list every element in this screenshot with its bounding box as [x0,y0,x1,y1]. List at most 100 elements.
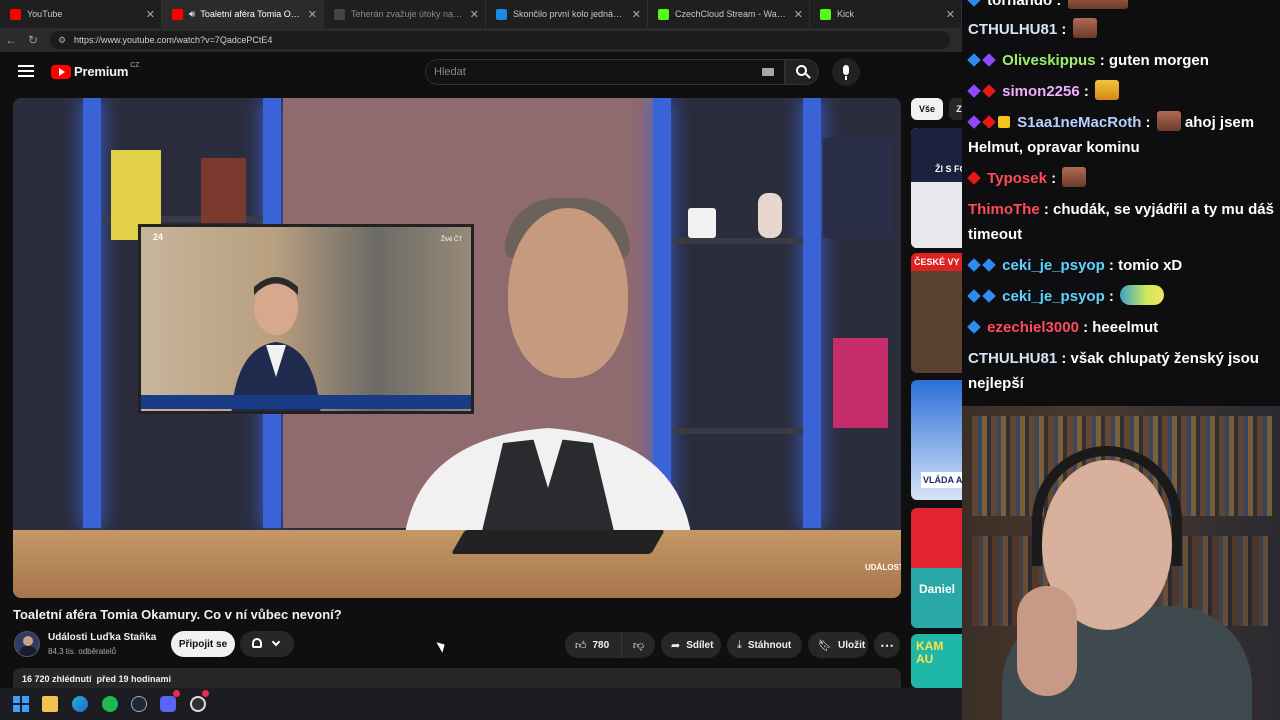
close-icon[interactable]: ✕ [946,8,955,21]
tab-news-1[interactable]: Teherán zvažuje útoky na vojensk ✕ [324,0,486,28]
emote-icon [1062,167,1087,187]
search-input[interactable] [426,60,746,84]
notification-badge [202,690,209,697]
chat-username[interactable]: Typosek [987,170,1047,187]
book-image [201,158,246,223]
search-box [425,59,785,85]
tab-bar: YouTube ✕ 🔊︎ Toaletní aféra Tomia Okamur… [0,0,962,28]
tab-title: Teherán zvažuje útoky na vojensk [351,9,464,19]
speaker-icon[interactable]: 🔊︎ [189,9,195,20]
tv-screen: 24 Živě ČT [138,224,474,414]
poster-image [833,338,888,428]
tab-kick[interactable]: Kick ✕ [810,0,962,28]
tab-video[interactable]: 🔊︎ Toaletní aféra Tomia Okamury ✕ [162,0,324,28]
dislike-button[interactable]: 👎︎ [621,632,655,658]
emote-icon [1156,111,1181,131]
discord-icon[interactable] [160,696,176,712]
close-icon[interactable]: ✕ [632,8,641,21]
download-icon: ⤓ [737,638,742,651]
chat-username[interactable]: Oliveskippus [1002,52,1095,69]
chat-message: Typosek : [967,166,1276,191]
spotify-icon[interactable] [102,696,118,712]
host-body [403,428,693,548]
thumbnail-caption: KAM AU [916,639,944,666]
chat-username[interactable]: tornando [987,0,1052,9]
thumbnail-caption: ČESKÉ VY [914,257,960,267]
file-explorer-icon[interactable] [42,696,58,712]
upload-age: před 19 hodinami [96,674,172,684]
site-info-icon[interactable]: ⚙︎ [58,35,68,46]
notification-badge [173,690,180,697]
obs-icon[interactable] [190,696,206,712]
chat-text: heeelmut [1092,319,1159,336]
download-button[interactable]: ⤓ Stáhnout [727,632,802,658]
search-button[interactable] [785,59,819,85]
country-code: CZ [130,62,140,69]
chat-username[interactable]: ceki_je_psyop [1002,257,1105,274]
chat-username[interactable]: ezechiel3000 [987,319,1079,336]
sub-badge-icon [967,0,981,7]
join-button[interactable]: Připojit se [171,631,235,657]
hamburger-menu-icon[interactable] [18,65,34,77]
chip-all[interactable]: Vše [911,98,943,120]
close-icon[interactable]: ✕ [308,8,317,21]
chat-username[interactable]: S1aa1neMacRoth [1017,114,1141,131]
save-label: Uložit [837,639,866,651]
recommended-thumbnail[interactable]: VLÁDA A [911,380,962,500]
back-icon[interactable]: ← [0,33,22,47]
sub-badge-icon [967,171,981,185]
recommended-thumbnail[interactable]: Daniel [911,508,962,628]
kick-icon [658,8,669,20]
save-button[interactable]: 🔖︎ Uložit [808,632,868,658]
news-icon [496,8,507,20]
steam-icon[interactable] [131,696,147,712]
tab-title: CzechCloud Stream - Watch Live o [675,9,788,19]
channel-avatar[interactable] [14,631,40,657]
more-actions-button[interactable]: ⋯ [874,632,900,658]
tablet-image [451,530,665,554]
close-icon[interactable]: ✕ [146,8,155,21]
youtube-logo[interactable]: Premium CZ [51,62,140,79]
youtube-header: Premium CZ [0,52,962,96]
video-player[interactable]: 24 Živě ČT UDÁLOSTI [13,98,901,598]
chat-username[interactable]: simon2256 [1002,83,1080,100]
close-icon[interactable]: ✕ [470,8,479,21]
like-button[interactable]: 👍︎ 780 [565,632,621,658]
share-button[interactable]: ➦ Sdílet [661,632,721,658]
close-icon[interactable]: ✕ [794,8,803,21]
lamp-image [688,208,716,238]
recommended-thumbnail[interactable]: ČESKÉ VY [911,253,962,373]
share-icon: ➦ [671,639,681,652]
windows-start-icon[interactable] [13,696,29,712]
chip-filter[interactable]: Z [949,98,962,120]
chat-username[interactable]: ceki_je_psyop [1002,288,1105,305]
url-field[interactable]: ⚙︎ https://www.youtube.com/watch?v=7Qadc… [50,31,950,49]
voice-search-button[interactable] [832,58,860,86]
webcam-feed [962,406,1280,720]
recommended-thumbnail[interactable]: ŽI S FO [911,128,962,248]
chat-username[interactable]: CTHULHU81 [968,350,1057,367]
channel-name[interactable]: Události Luďka Staňka [48,632,156,643]
chat-username[interactable]: CTHULHU81 [968,21,1057,38]
chat-message: ezechiel3000 : heeelmut [967,315,1276,340]
description-box[interactable]: 16 720 zhlédnutí před 19 hodinami [13,668,901,688]
gift-badge-icon [982,84,996,98]
tab-kick-stream[interactable]: CzechCloud Stream - Watch Live o ✕ [648,0,810,28]
emote-icon [1072,18,1097,38]
poster-image [823,138,893,238]
edge-browser-icon[interactable] [72,696,88,712]
chat-username[interactable]: ThimoThe [968,201,1040,218]
gift-badge-icon [982,53,996,67]
reload-icon[interactable]: ↻ [22,33,44,47]
tab-news-2[interactable]: Skončilo první kolo jednání minist ✕ [486,0,648,28]
browser-window: YouTube ✕ 🔊︎ Toaletní aféra Tomia Okamur… [0,0,962,688]
sub-badge-icon [967,320,981,334]
recommended-thumbnail[interactable]: KAM AU [911,634,962,688]
youtube-icon [172,8,183,20]
thumbnail-caption: ŽI S FO [935,164,962,174]
sub-badge-icon [967,258,981,272]
streamer-hand [1017,586,1077,696]
notifications-button[interactable] [240,631,294,657]
tab-youtube[interactable]: YouTube ✕ [0,0,162,28]
keyboard-icon[interactable] [762,68,774,76]
